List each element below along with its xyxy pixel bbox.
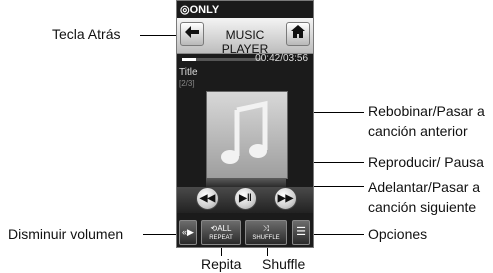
time-readout: 00:42/03:56 (255, 53, 308, 64)
rewind-icon: ◀◀ (199, 193, 216, 204)
home-button[interactable] (286, 22, 310, 46)
forward-button[interactable]: ▶▶ (274, 187, 297, 210)
home-icon (291, 25, 305, 42)
callout-back-key: Tecla Atrás (52, 26, 121, 42)
title-bar: MUSIC PLAYER (177, 18, 313, 56)
song-title: Title (179, 67, 198, 78)
shuffle-button[interactable]: ⤨ SHUFFLE (245, 220, 287, 245)
repeat-button[interactable]: ⟲ALL REPEAT (201, 220, 241, 245)
only-badge: ◎ONLY (180, 4, 220, 16)
album-art (206, 91, 288, 179)
callout-shuffle: Shuffle (262, 256, 306, 272)
arrow-left-icon (185, 25, 199, 42)
volume-icon: «▶ (182, 227, 194, 237)
play-pause-button[interactable]: ▶‖ (234, 187, 257, 210)
fast-forward-icon: ▶▶ (277, 193, 294, 204)
bottom-bar: «▶ ⟲ALL REPEAT ⤨ SHUFFLE ☰ (177, 219, 313, 247)
phone-screen: ◎ONLY MUSIC PLAYER 00:42/03:56 Title [2/… (176, 0, 314, 248)
callout-options: Opciones (368, 226, 428, 242)
progress-fill (182, 58, 197, 61)
volume-button[interactable]: «▶ (179, 220, 197, 245)
shuffle-label: SHUFFLE (252, 235, 280, 241)
menu-icon: ☰ (296, 226, 306, 238)
callout-repeat: Repita (201, 256, 242, 272)
back-button[interactable] (180, 22, 204, 46)
page-title: MUSIC PLAYER (221, 28, 269, 56)
callout-forward-line2: canción siguiente (368, 199, 477, 215)
playback-controls: ◀◀ ▶‖ ▶▶ (177, 187, 313, 213)
play-pause-icon: ▶‖ (239, 193, 252, 204)
repeat-label: REPEAT (209, 235, 233, 241)
callout-line-options (310, 234, 364, 235)
rewind-button[interactable]: ◀◀ (196, 187, 219, 210)
callout-rewind-line2: canción anterior (368, 123, 468, 139)
callout-rewind-line1: Rebobinar/Pasar a (368, 103, 485, 119)
options-button[interactable]: ☰ (292, 220, 310, 245)
callout-forward-line1: Adelantar/Pasar a (368, 179, 481, 195)
status-bar: ◎ONLY (177, 1, 313, 18)
callout-play-pause: Reproducir/ Pausa (368, 154, 484, 170)
repeat-icon: ⟲ALL (210, 224, 232, 233)
track-count: [2/3] (179, 79, 195, 88)
progress-bar[interactable] (182, 58, 262, 61)
shuffle-icon: ⤨ (262, 224, 270, 233)
callout-volume-down: Disminuir volumen (8, 226, 124, 242)
